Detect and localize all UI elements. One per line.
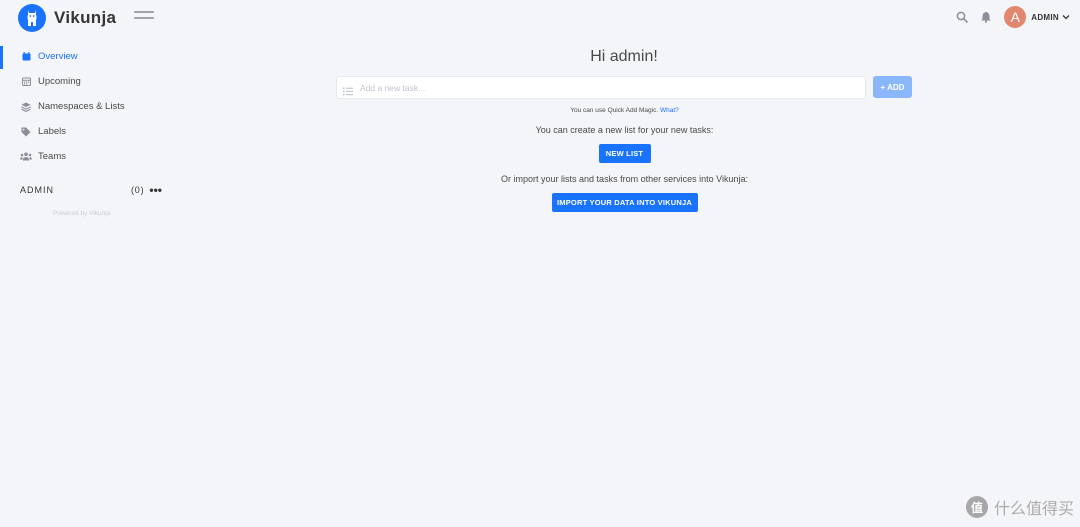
quick-add-magic-link[interactable]: What? [660, 107, 679, 114]
namespace-admin[interactable]: ADMIN (0) ••• [20, 183, 162, 197]
watermark-badge: 值 [965, 496, 988, 518]
calendar-icon [20, 51, 32, 63]
sidebar-item-label: Labels [38, 126, 66, 137]
avatar[interactable]: A [1004, 6, 1027, 28]
bell-icon[interactable] [978, 9, 994, 25]
watermark: 值 什么值得买 [965, 495, 1074, 519]
header-actions: A ADMIN [954, 6, 1070, 28]
user-name[interactable]: ADMIN [1031, 13, 1059, 22]
more-options-icon[interactable]: ••• [149, 183, 162, 197]
quick-add-hint-text: You can use Quick Add Magic. [570, 107, 659, 114]
sidebar-item-label: Overview [38, 51, 78, 62]
add-task-button[interactable]: + ADD [873, 76, 912, 98]
page-title: Hi admin! [590, 48, 658, 65]
sidebar-item-labels[interactable]: Labels [0, 119, 170, 144]
sidebar-item-label: Teams [38, 151, 66, 162]
watermark-text: 什么值得买 [993, 499, 1074, 518]
menu-toggle-icon[interactable] [134, 11, 154, 25]
add-task-input[interactable] [336, 76, 866, 99]
calendar-grid-icon [20, 76, 32, 88]
sidebar-item-overview[interactable]: Overview [0, 44, 170, 69]
sidebar-item-namespaces[interactable]: Namespaces & Lists [0, 94, 170, 119]
chevron-down-icon[interactable] [1062, 13, 1070, 21]
main-content: Hi admin! + ADD You can use Quick Add Ma… [336, 48, 913, 212]
sidebar-item-upcoming[interactable]: Upcoming [0, 69, 170, 94]
powered-by: Powered by Vikunja [53, 210, 111, 217]
sidebar-item-label: Namespaces & Lists [38, 101, 125, 112]
namespace-count: (0) [130, 185, 145, 195]
vikunja-logo-icon [18, 4, 46, 32]
layers-icon [20, 101, 32, 113]
new-list-button[interactable]: NEW LIST [598, 144, 651, 163]
tags-icon [20, 126, 32, 138]
top-bar: Vikunja A ADMIN [0, 0, 1080, 36]
sidebar: Overview Upcoming Namespaces & Lists Lab… [0, 44, 170, 217]
app-name: Vikunja [54, 8, 117, 27]
import-prompt: Or import your lists and tasks from othe… [501, 174, 748, 184]
quick-add-hint: You can use Quick Add Magic. What? [336, 107, 913, 116]
new-list-prompt: You can create a new list for your new t… [535, 125, 714, 135]
import-data-button[interactable]: IMPORT YOUR DATA INTO VIKUNJA [551, 193, 698, 212]
add-task-row: + ADD [336, 76, 913, 99]
sidebar-item-label: Upcoming [38, 76, 81, 87]
users-icon [20, 151, 32, 163]
sidebar-item-teams[interactable]: Teams [0, 144, 170, 169]
namespace-title: ADMIN [20, 185, 54, 195]
brand[interactable]: Vikunja [18, 4, 116, 32]
search-icon[interactable] [954, 9, 970, 25]
list-icon [343, 83, 353, 96]
